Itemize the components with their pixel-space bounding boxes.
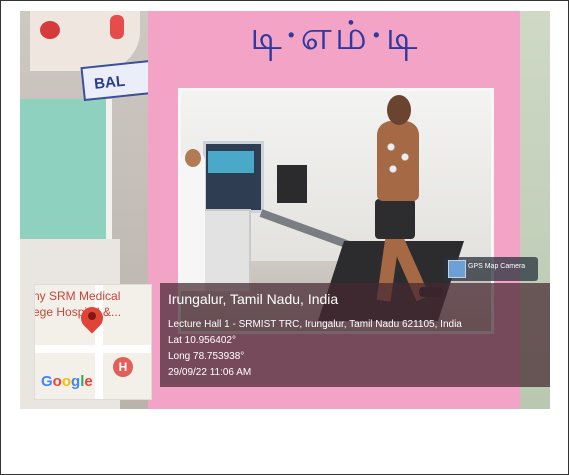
- google-logo-letter: o: [61, 373, 72, 390]
- runner-shorts: [375, 199, 415, 239]
- technician: [181, 151, 205, 291]
- gps-camera-badge: GPS Map Camera: [444, 257, 538, 281]
- longitude-text: Long 78.753938°: [168, 351, 245, 362]
- google-logo-letter: G: [41, 373, 53, 390]
- google-logo: Google: [41, 373, 93, 390]
- map-place-label: ege Hospital &...: [34, 305, 122, 319]
- datetime-text: 29/09/22 11:06 AM: [168, 367, 252, 378]
- google-logo-letter: g: [71, 373, 81, 390]
- map-place-label: ny SRM Medical: [34, 289, 121, 303]
- handwritten-title: டி·எம்·டி: [250, 13, 421, 59]
- runner-head: [387, 95, 411, 125]
- map-thumbnail: ny SRM Medical ege Hospital &... H Googl…: [34, 284, 152, 400]
- gps-camera-label: GPS Map Camera: [468, 263, 526, 270]
- decorative-shape: [110, 15, 124, 39]
- location-info-panel: Irungalur, Tamil Nadu, India Lecture Hal…: [160, 283, 550, 387]
- teal-card: [20, 99, 112, 239]
- photo: BAL டி·எம்·டி GPS Map Camera Irungalur, …: [20, 11, 550, 409]
- map-road: [35, 345, 151, 353]
- ecg-electrodes: [383, 139, 413, 179]
- latitude-text: Lat 10.956402°: [168, 335, 236, 346]
- hospital-marker-icon: H: [113, 357, 133, 377]
- address-text: Lecture Hall 1 - SRMIST TRC, Irungalur, …: [168, 319, 462, 330]
- equipment-cart: [197, 209, 251, 293]
- treadmill-console: [277, 165, 307, 203]
- decorative-shape: [40, 21, 60, 39]
- google-logo-letter: o: [52, 373, 62, 390]
- location-title: Irungalur, Tamil Nadu, India: [168, 291, 339, 307]
- monitor-screen: [208, 151, 254, 173]
- technician-head: [185, 149, 201, 167]
- gps-camera-icon: [448, 260, 466, 278]
- google-logo-letter: e: [84, 373, 93, 390]
- location-pin-dot: [88, 312, 96, 320]
